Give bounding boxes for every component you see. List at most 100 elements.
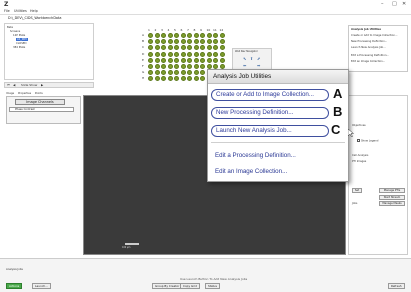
- plate-well[interactable]: [167, 70, 173, 76]
- plate-well[interactable]: [219, 51, 225, 57]
- plate-well[interactable]: [154, 45, 160, 51]
- plate-well[interactable]: [174, 51, 179, 57]
- plate-well[interactable]: [219, 45, 225, 51]
- plate-well[interactable]: [174, 57, 179, 63]
- plate-well[interactable]: [154, 70, 160, 76]
- plate-well[interactable]: [161, 39, 166, 45]
- plate-well[interactable]: [167, 45, 173, 51]
- plate-well[interactable]: [167, 57, 173, 63]
- plate-well[interactable]: [213, 45, 218, 51]
- edit-image-collection-item[interactable]: Edit an Image Collection...: [215, 168, 287, 175]
- arrow-up-left-icon[interactable]: ⬉: [243, 56, 246, 61]
- menu-utilities[interactable]: Utilities: [14, 9, 27, 13]
- side-menu-item[interactable]: Edit an Image Collection...: [351, 60, 385, 63]
- plate-well[interactable]: [167, 51, 173, 57]
- slide-show-button[interactable]: Slide Show: [21, 83, 37, 87]
- menu-file[interactable]: File: [4, 9, 10, 13]
- plate-well[interactable]: [200, 33, 205, 38]
- plate-well[interactable]: [180, 51, 186, 57]
- plate-well[interactable]: [154, 64, 160, 69]
- plate-well[interactable]: [206, 57, 212, 63]
- minimize-icon[interactable]: –: [381, 1, 384, 7]
- group-by-creator-toggle[interactable]: Group By Creator: [152, 283, 183, 289]
- plate-well[interactable]: [174, 33, 179, 38]
- plate-well[interactable]: [187, 45, 192, 51]
- plate-well[interactable]: [200, 70, 205, 76]
- plate-well[interactable]: [193, 76, 199, 82]
- create-image-collection-item[interactable]: Create or Add to Image Collection...: [211, 89, 329, 101]
- plate-well[interactable]: [180, 39, 186, 45]
- plate-well[interactable]: [193, 45, 199, 51]
- plate-well[interactable]: [219, 39, 225, 45]
- plate-well[interactable]: [148, 33, 153, 38]
- plate-well[interactable]: [148, 45, 153, 51]
- manage-ptis-button[interactable]: Manage PTIs: [379, 188, 405, 193]
- channel-row-phase-contrast[interactable]: Phase Contrast: [9, 107, 74, 112]
- side-menu-item[interactable]: New Processing Definition...: [351, 40, 387, 43]
- plate-well[interactable]: [193, 51, 199, 57]
- tree-item[interactable]: 384 Plate: [13, 46, 25, 49]
- plate-well[interactable]: [200, 51, 205, 57]
- plate-well[interactable]: [154, 39, 160, 45]
- start-stream-button[interactable]: Start Stream: [379, 195, 405, 200]
- plate-well[interactable]: [193, 57, 199, 63]
- plate-well[interactable]: [200, 45, 205, 51]
- plate-well[interactable]: [148, 76, 153, 82]
- new-processing-definition-item[interactable]: New Processing Definition...: [211, 107, 329, 119]
- manage-masks-button[interactable]: Manage Masks: [379, 201, 405, 206]
- plate-well[interactable]: [167, 39, 173, 45]
- arrow-up-right-icon[interactable]: ⬈: [257, 56, 260, 61]
- plate-well[interactable]: [187, 64, 192, 69]
- plate-well[interactable]: [193, 39, 199, 45]
- side-menu-item[interactable]: Edit a Processing Definition...: [351, 54, 389, 57]
- plate-well[interactable]: [200, 57, 205, 63]
- plate-well[interactable]: [167, 76, 173, 82]
- plate-well[interactable]: [161, 70, 166, 76]
- set-button[interactable]: Set: [352, 188, 362, 193]
- plate-well[interactable]: [167, 33, 173, 38]
- launch-button[interactable]: Launch...: [32, 283, 51, 289]
- refresh-button[interactable]: Refresh: [388, 283, 405, 289]
- plate-well[interactable]: [161, 51, 166, 57]
- plate-well[interactable]: [206, 39, 212, 45]
- tree-item[interactable]: 12P Plate: [13, 34, 25, 37]
- plate-well[interactable]: [213, 57, 218, 63]
- plate-well[interactable]: [193, 70, 199, 76]
- plate-well[interactable]: [206, 51, 212, 57]
- side-menu-item[interactable]: Launch New Analysis Job...: [351, 46, 386, 49]
- next-icon[interactable]: ▶: [41, 83, 43, 87]
- plate-well[interactable]: [213, 39, 218, 45]
- plate-well[interactable]: [180, 64, 186, 69]
- plate-well[interactable]: [187, 51, 192, 57]
- plate-well[interactable]: [187, 33, 192, 38]
- arrow-up-icon[interactable]: ⬆: [250, 56, 253, 61]
- plate-well[interactable]: [206, 33, 212, 38]
- maximize-icon[interactable]: □: [392, 1, 397, 7]
- plate-well[interactable]: [161, 64, 166, 69]
- plate-well[interactable]: [161, 76, 166, 82]
- plate-well[interactable]: [148, 57, 153, 63]
- plate-well[interactable]: [148, 64, 153, 69]
- plate-well[interactable]: [174, 64, 179, 69]
- plate-well[interactable]: [154, 57, 160, 63]
- plate-well[interactable]: [193, 64, 199, 69]
- plate-well[interactable]: [174, 70, 179, 76]
- actions-button[interactable]: Actions: [6, 283, 23, 289]
- copy-grid-button[interactable]: Copy Grid: [180, 283, 200, 289]
- plate-well[interactable]: [148, 39, 153, 45]
- plate-well[interactable]: [148, 70, 153, 76]
- launch-new-analysis-job-item[interactable]: Launch New Analysis Job...: [211, 125, 329, 137]
- close-icon[interactable]: ✕: [402, 1, 406, 7]
- show-legend-checkbox[interactable]: [357, 139, 360, 142]
- plate-well[interactable]: [200, 76, 205, 82]
- tab-points[interactable]: Points: [35, 92, 43, 95]
- plate-well[interactable]: [180, 45, 186, 51]
- plate-well[interactable]: [213, 33, 218, 38]
- plate-well[interactable]: [180, 33, 186, 38]
- plate-well[interactable]: [154, 51, 160, 57]
- arrow-right-icon[interactable]: ➡: [257, 63, 260, 68]
- plate-well[interactable]: [219, 57, 225, 63]
- tree-item[interactable]: CLOSED: [16, 42, 27, 45]
- plate-well[interactable]: [148, 51, 153, 57]
- plate-well[interactable]: [200, 64, 205, 69]
